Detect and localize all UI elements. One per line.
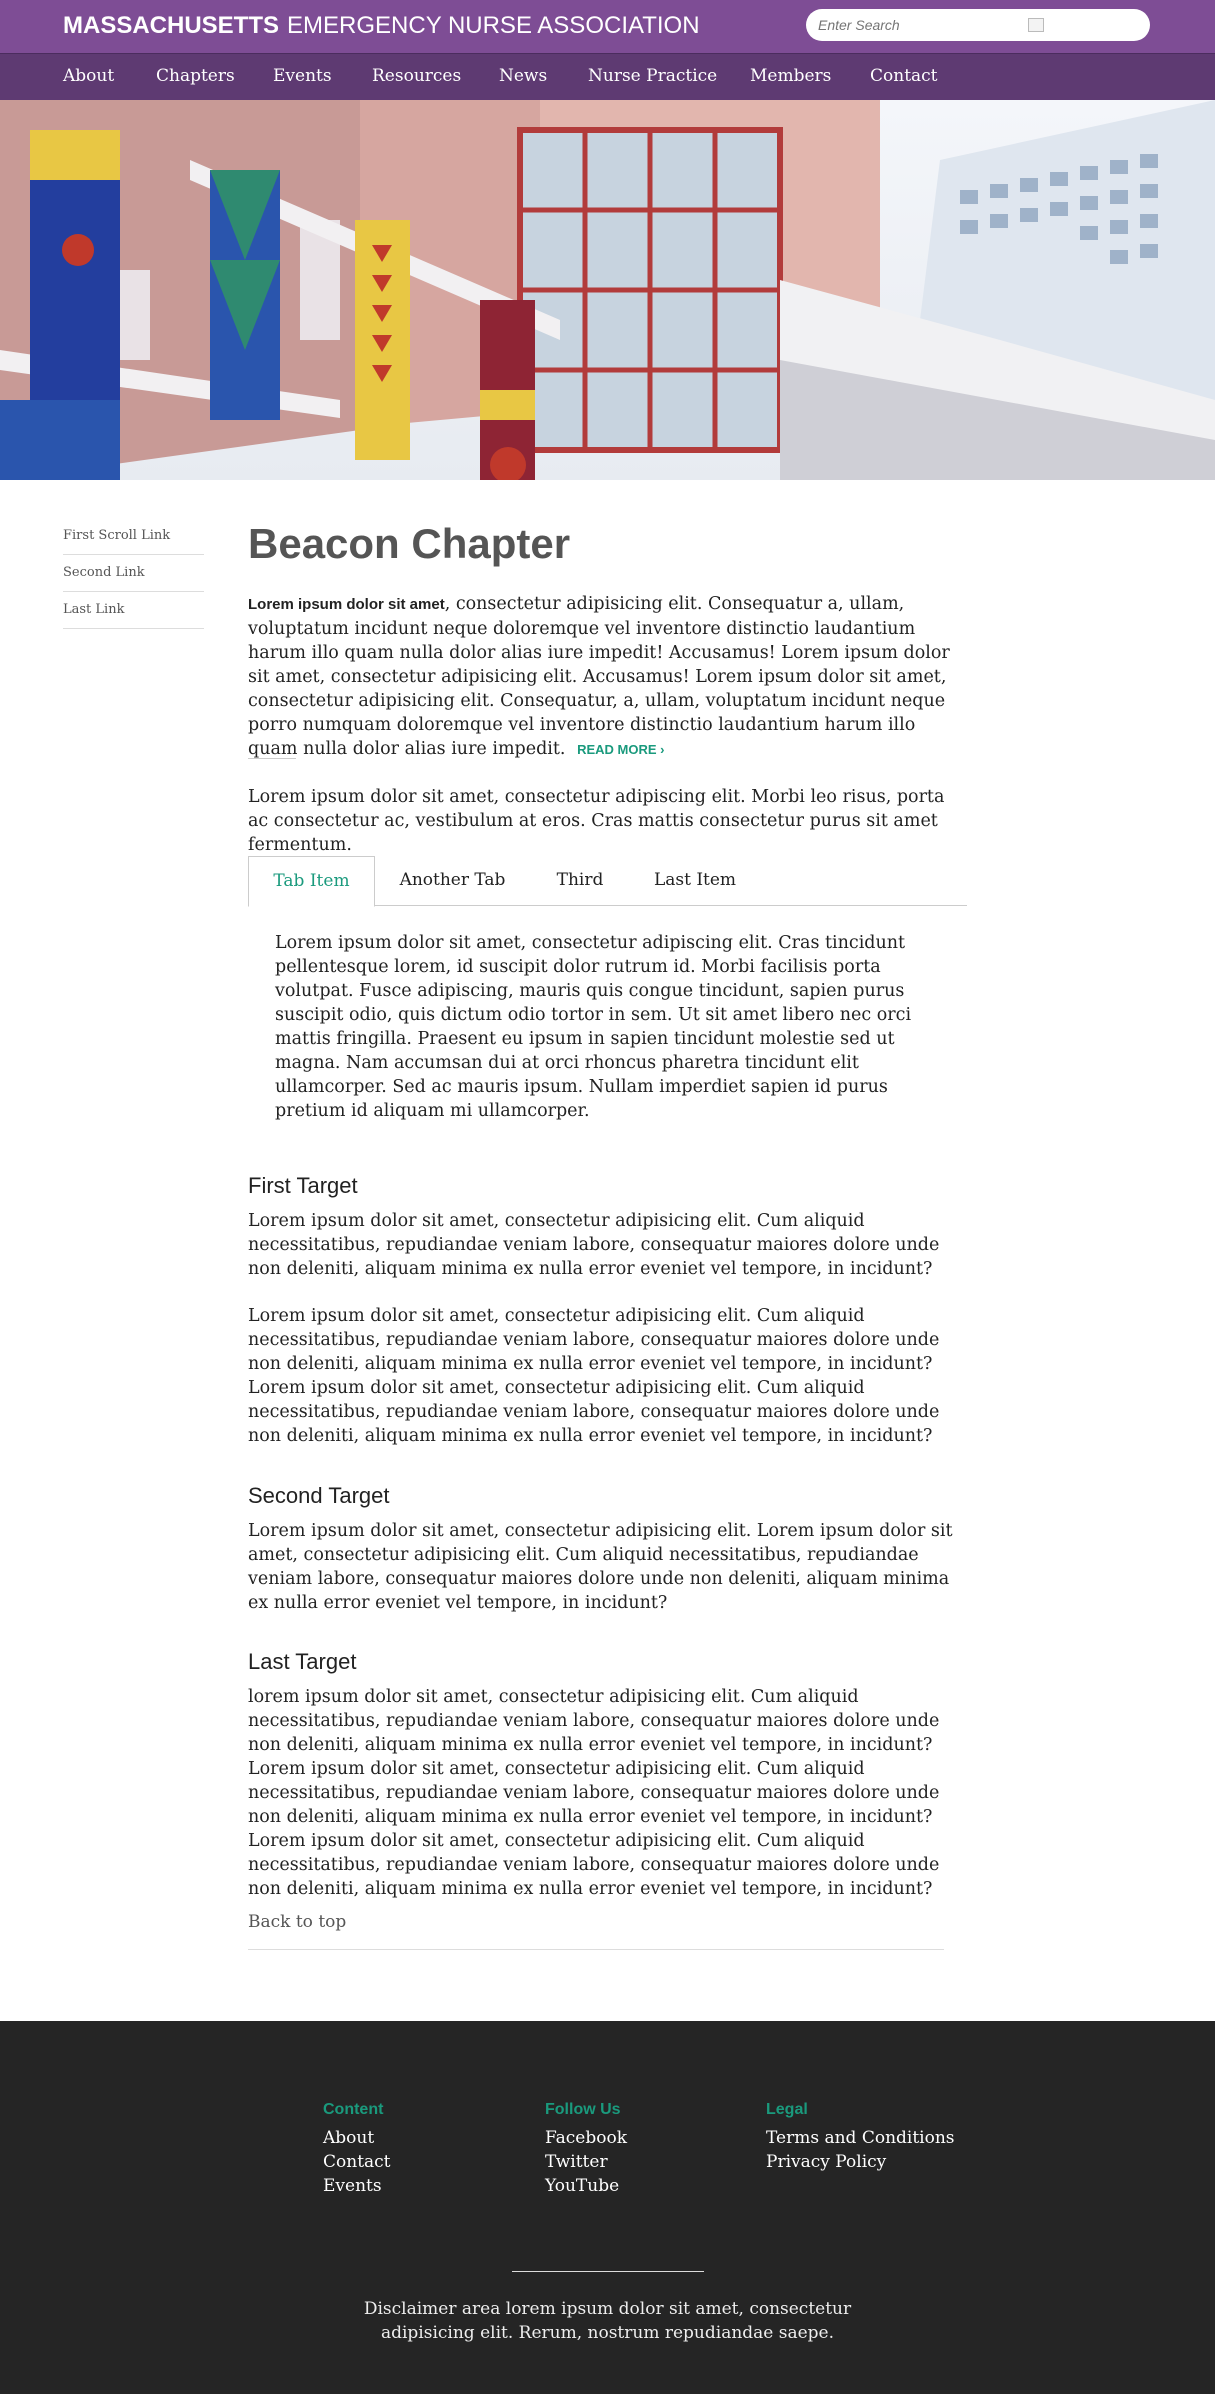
tab-item[interactable]: Tab Item xyxy=(248,856,375,907)
second-target-paragraph: Lorem ipsum dolor sit amet, consectetur … xyxy=(248,1521,953,1613)
tab-third[interactable]: Third xyxy=(530,856,630,906)
hospital-buildings-illustration xyxy=(0,100,1215,480)
read-more-link[interactable]: Read More › xyxy=(577,742,664,757)
chevron-right-icon: › xyxy=(660,742,665,757)
tab-last-item[interactable]: Last Item xyxy=(630,856,760,906)
footer-heading-follow-us: Follow Us xyxy=(545,2101,621,2118)
nav-contact[interactable]: Contact xyxy=(870,66,938,86)
footer-divider xyxy=(512,2271,704,2272)
tab-bar: Tab Item Another Tab Third Last Item xyxy=(248,856,967,907)
nav-news[interactable]: News xyxy=(499,66,547,86)
intro-lead: Lorem ipsum dolor sit amet xyxy=(248,596,445,613)
nav-events[interactable]: Events xyxy=(273,66,332,86)
footer-link-privacy[interactable]: Privacy Policy xyxy=(766,2152,886,2172)
first-target-paragraph-1: Lorem ipsum dolor sit amet, consectetur … xyxy=(248,1211,940,1279)
footer-link-twitter[interactable]: Twitter xyxy=(545,2152,608,2172)
last-target-paragraph: lorem ipsum dolor sit amet, consectetur … xyxy=(248,1687,940,1899)
divider xyxy=(248,1949,944,1950)
back-to-top-link[interactable]: Back to top xyxy=(248,1912,346,1932)
intro-text: , consectetur adipisicing elit. Consequa… xyxy=(248,594,950,759)
sidebar-link-second[interactable]: Second Link xyxy=(63,555,204,592)
hero-image xyxy=(0,100,1215,480)
brand-name-light: EMERGENCY NURSE ASSOCIATION xyxy=(287,12,700,39)
footer-link-terms[interactable]: Terms and Conditions xyxy=(766,2128,955,2148)
site-header: MASSACHUSETTS EMERGENCY NURSE ASSOCIATION xyxy=(0,0,1215,53)
nav-members[interactable]: Members xyxy=(750,66,831,86)
footer-heading-content: Content xyxy=(323,2101,384,2118)
first-target-heading: First Target xyxy=(248,1173,358,1198)
first-target-paragraph-2: Lorem ipsum dolor sit amet, consectetur … xyxy=(248,1306,940,1446)
sidebar-link-last[interactable]: Last Link xyxy=(63,592,204,629)
second-paragraph: Lorem ipsum dolor sit amet, consectetur … xyxy=(248,787,945,855)
nav-nurse-practice[interactable]: Nurse Practice xyxy=(588,66,717,86)
footer-link-about[interactable]: About xyxy=(323,2128,374,2148)
tab-another[interactable]: Another Tab xyxy=(375,856,530,906)
intro-paragraph: Lorem ipsum dolor sit amet, consectetur … xyxy=(248,592,968,762)
footer-heading-legal: Legal xyxy=(766,2101,808,2118)
last-target-heading: Last Target xyxy=(248,1649,357,1674)
main-nav: About Chapters Events Resources News Nur… xyxy=(0,53,1215,100)
footer-link-facebook[interactable]: Facebook xyxy=(545,2128,627,2148)
nav-about[interactable]: About xyxy=(63,66,114,86)
footer-link-contact[interactable]: Contact xyxy=(323,2152,391,2172)
nav-chapters[interactable]: Chapters xyxy=(156,66,235,86)
search-box xyxy=(806,9,1150,41)
divider xyxy=(248,758,296,759)
search-icon[interactable] xyxy=(1028,18,1044,32)
footer-link-events[interactable]: Events xyxy=(323,2176,382,2196)
page-title: Beacon Chapter xyxy=(248,520,571,567)
second-target-heading: Second Target xyxy=(248,1483,390,1508)
brand-name-strong: MASSACHUSETTS xyxy=(63,12,280,39)
nav-resources[interactable]: Resources xyxy=(372,66,461,86)
site-footer: Content About Contact Events Follow Us F… xyxy=(0,2021,1215,2394)
read-more-label: Read More xyxy=(577,742,657,757)
footer-link-youtube[interactable]: YouTube xyxy=(545,2176,619,2196)
sidebar-link-first-scroll[interactable]: First Scroll Link xyxy=(63,518,204,555)
site-logo[interactable]: MASSACHUSETTS EMERGENCY NURSE ASSOCIATION xyxy=(63,12,700,40)
tab-panel-content: Lorem ipsum dolor sit amet, consectetur … xyxy=(275,933,912,1121)
footer-disclaimer: Disclaimer area lorem ipsum dolor sit am… xyxy=(363,2299,852,2343)
